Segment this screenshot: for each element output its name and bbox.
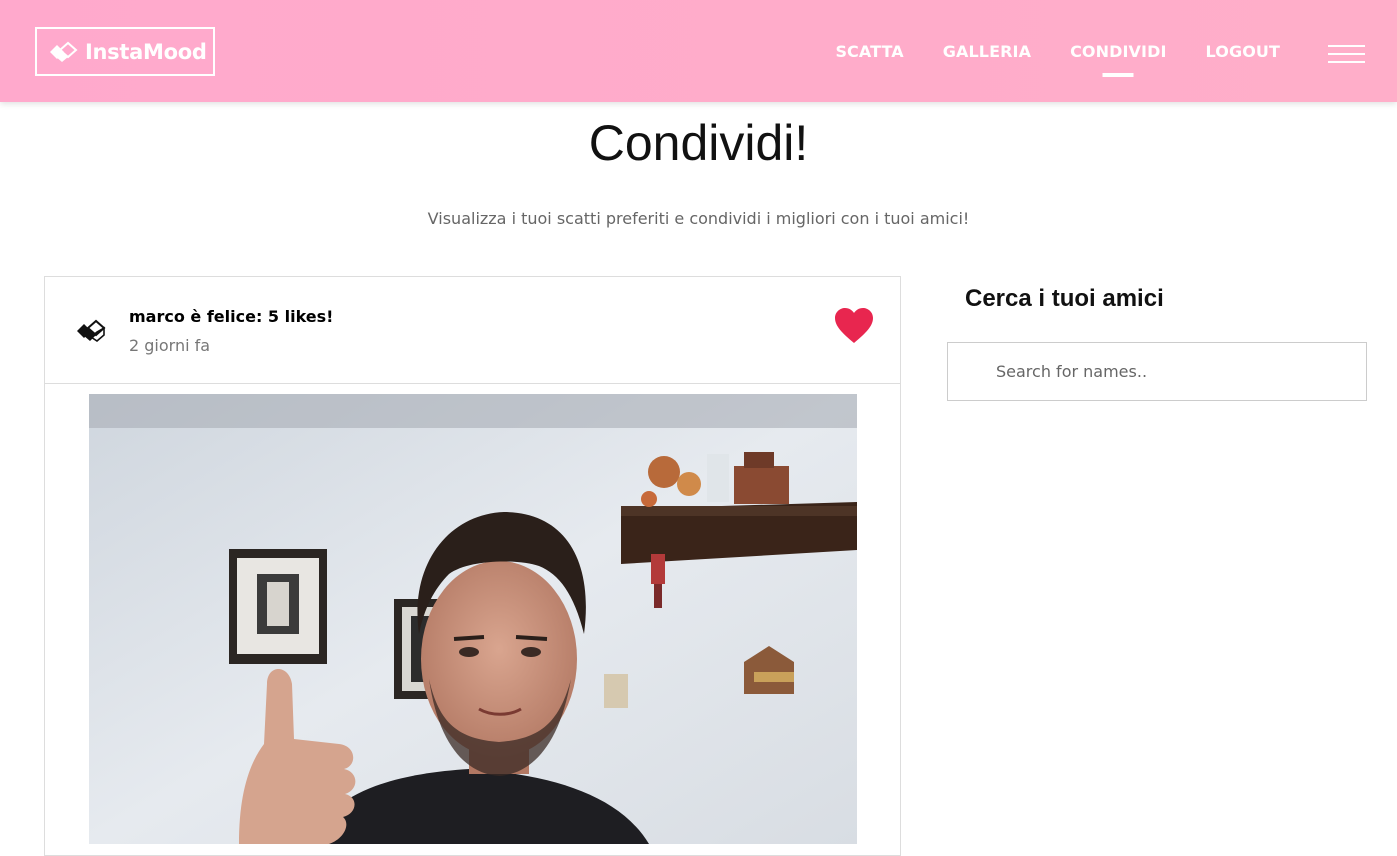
nav-scatta[interactable]: SCATTA: [835, 42, 903, 61]
brand-logo[interactable]: InstaMood: [35, 27, 215, 76]
search-input[interactable]: [947, 342, 1367, 401]
post-card: marco è felice: 5 likes! 2 giorni fa: [44, 276, 901, 856]
hamburger-icon[interactable]: [1328, 45, 1365, 65]
page-subtitle: Visualizza i tuoi scatti preferiti e con…: [427, 209, 970, 228]
mood-avatar-icon: [77, 319, 106, 343]
post-title: marco è felice: 5 likes!: [129, 307, 334, 326]
sidebar-title: Cerca i tuoi amici: [965, 285, 1164, 312]
nav-galleria[interactable]: GALLERIA: [943, 42, 1031, 61]
page-title: Condividi!: [588, 115, 809, 171]
nav-links: SCATTA GALLERIA CONDIVIDI LOGOUT: [796, 0, 1280, 102]
selfie-photo: [89, 394, 857, 844]
navbar: InstaMood SCATTA GALLERIA CONDIVIDI LOGO…: [0, 0, 1397, 102]
selfie-photo-image: [89, 394, 857, 844]
brand-name: InstaMood: [85, 39, 207, 64]
post-time: 2 giorni fa: [129, 336, 211, 355]
heart-icon[interactable]: [834, 307, 874, 345]
nav-condividi[interactable]: CONDIVIDI: [1070, 42, 1166, 61]
nav-logout[interactable]: LOGOUT: [1206, 42, 1280, 61]
instamood-logo-icon: [50, 41, 78, 62]
post-header: marco è felice: 5 likes! 2 giorni fa: [45, 277, 900, 384]
